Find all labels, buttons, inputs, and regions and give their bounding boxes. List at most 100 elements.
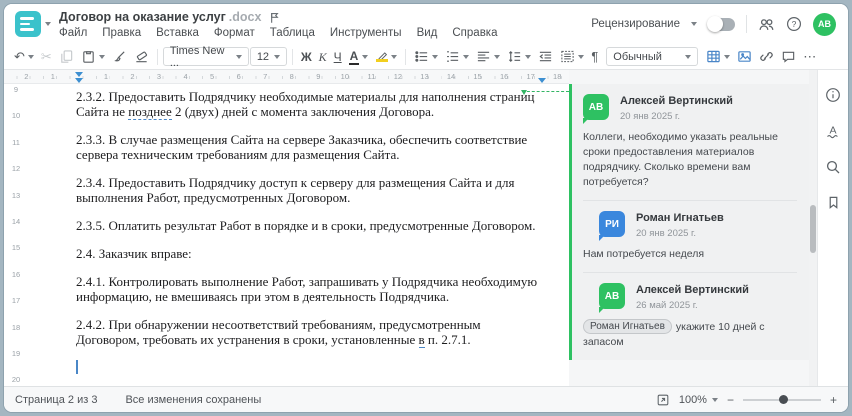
bold-button[interactable]: Ж <box>298 48 315 66</box>
scrollbar-thumb[interactable] <box>810 205 816 253</box>
ruler-number: 11 <box>7 136 25 164</box>
paragraph-settings-button[interactable] <box>557 47 587 66</box>
ruler-number: 14 <box>7 215 25 243</box>
font-color-button[interactable]: А <box>346 47 372 67</box>
collaborators-icon[interactable] <box>758 16 775 33</box>
cut-button[interactable]: ✂ <box>38 48 55 66</box>
doc-paragraph[interactable]: 2.3.4. Предоставить Подрядчику доступ к … <box>76 175 541 205</box>
doc-paragraph[interactable]: 2.4.1. Контролировать выполнение Работ, … <box>76 274 541 304</box>
review-toggle[interactable] <box>707 15 735 32</box>
underline-button[interactable]: Ч <box>331 48 345 66</box>
paste-icon[interactable] <box>78 47 108 66</box>
chevron-down-icon[interactable] <box>494 54 501 59</box>
bookmark-icon[interactable] <box>826 195 841 210</box>
chevron-down-icon[interactable] <box>391 54 398 59</box>
chevron-down-icon[interactable] <box>27 54 34 59</box>
document-page[interactable]: 2.3.2. Предоставить Подрядчику необходим… <box>32 84 569 386</box>
first-line-indent-marker[interactable] <box>75 72 83 77</box>
right-indent-marker[interactable] <box>538 78 546 83</box>
chevron-down-icon[interactable] <box>362 54 369 59</box>
highlight-swatch <box>375 58 388 62</box>
insert-image-button[interactable] <box>734 47 755 66</box>
mention-chip[interactable]: Роман Игнатьев <box>583 319 672 334</box>
italic-button[interactable]: К <box>316 48 330 66</box>
zoom-slider[interactable] <box>742 395 821 404</box>
comment-reply[interactable]: АВ Алексей Вертинский 26 май 2025 г. Ром… <box>583 283 797 350</box>
zoom-in-button[interactable]: + <box>830 394 837 406</box>
zoom-slider-knob[interactable] <box>778 395 788 404</box>
insert-link-button[interactable] <box>756 47 777 66</box>
copy-icon[interactable] <box>56 47 77 66</box>
highlight-color-button[interactable] <box>372 50 400 64</box>
editor-column: 2 1 1 2 3 4 5 6 7 8 9 10 11 12 13 14 15 16 17 18 9 10 11 12 13 1… <box>4 70 569 386</box>
zoom-level-select[interactable]: 100% <box>679 394 718 406</box>
format-painter-icon[interactable] <box>109 47 130 66</box>
ruler-number: 11 <box>367 72 376 81</box>
doc-paragraph[interactable]: 2.4. Заказчик вправе: <box>76 246 541 261</box>
fit-width-icon[interactable] <box>656 393 670 407</box>
chevron-down-icon[interactable] <box>724 54 731 59</box>
menu-item[interactable]: Инструменты <box>330 27 402 39</box>
menu-item[interactable]: Справка <box>452 27 497 39</box>
help-icon[interactable]: ? <box>786 16 802 32</box>
comment-header: АВ Алексей Вертинский 20 янв 2025 г. <box>583 94 797 124</box>
left-indent-marker[interactable] <box>75 78 83 83</box>
font-name-select[interactable]: Times New ... <box>162 45 249 69</box>
chevron-down-icon[interactable] <box>691 22 697 26</box>
doc-paragraph[interactable]: 2.4.2. При обнаружении несоответствий тр… <box>76 317 541 348</box>
menu-item[interactable]: Вид <box>417 27 438 39</box>
review-mode-label[interactable]: Рецензирование <box>591 18 680 30</box>
chevron-down-icon[interactable] <box>525 54 532 59</box>
align-button[interactable] <box>473 47 503 66</box>
menu-item[interactable]: Таблица <box>270 27 315 39</box>
decrease-indent-button[interactable] <box>535 47 556 66</box>
chevron-down-icon[interactable] <box>463 54 470 59</box>
content-area: 2 1 1 2 3 4 5 6 7 8 9 10 11 12 13 14 15 16 17 18 9 10 11 12 13 1… <box>4 70 848 386</box>
menu-item[interactable]: Правка <box>102 27 141 39</box>
menu-item[interactable]: Формат <box>214 27 255 39</box>
ruler-number: 6 <box>236 72 241 81</box>
comment-avatar: АВ <box>599 283 625 313</box>
paragraph-style-select[interactable]: Обычный <box>606 47 699 66</box>
zoom-out-button[interactable]: − <box>727 394 734 406</box>
menu-item[interactable]: Файл <box>59 27 87 39</box>
info-icon[interactable] <box>825 87 841 103</box>
insert-comment-button[interactable] <box>778 47 799 66</box>
more-tools-button[interactable]: ⋯ <box>800 48 819 66</box>
vertical-ruler[interactable]: 9 10 11 12 13 14 15 16 17 18 19 20 <box>4 84 32 386</box>
doc-paragraph[interactable]: 2.3.5. Оплатить результат Работ в порядк… <box>76 218 541 233</box>
chevron-down-icon[interactable] <box>98 54 105 59</box>
menu-item[interactable]: Вставка <box>156 27 199 39</box>
comment-thread[interactable]: АВ Алексей Вертинский 20 янв 2025 г. Кол… <box>569 84 809 360</box>
user-avatar[interactable]: АВ <box>813 12 836 36</box>
chevron-down-icon[interactable] <box>432 54 439 59</box>
ruler-number: 12 <box>7 163 25 190</box>
show-paragraph-marks-button[interactable]: ¶ <box>588 48 601 66</box>
doc-paragraph[interactable]: 2.3.3. В случае размещения Сайта на серв… <box>76 132 541 162</box>
bullet-list-button[interactable] <box>411 47 441 66</box>
clear-style-icon[interactable] <box>131 47 152 66</box>
line-spacing-button[interactable] <box>504 47 534 66</box>
numbered-list-button[interactable] <box>442 47 472 66</box>
chevron-down-icon <box>235 54 242 59</box>
undo-button[interactable]: ↶ <box>11 48 37 66</box>
doc-paragraph[interactable]: 2.3.2. Предоставить Подрядчику необходим… <box>76 89 541 120</box>
page-indicator[interactable]: Страница 2 из 3 <box>15 394 97 406</box>
app-logo-button[interactable] <box>4 4 59 44</box>
paragraph-text: 2.3.3. В случае размещения Сайта на серв… <box>76 132 528 162</box>
comment-reply[interactable]: РИ Роман Игнатьев 20 янв 2025 г. Нам пот… <box>583 211 797 262</box>
font-size-select[interactable]: 12 <box>249 47 287 66</box>
status-bar: Страница 2 из 3 Все изменения сохранены … <box>4 386 848 412</box>
chevron-down-icon[interactable] <box>578 54 585 59</box>
vertical-scrollbar[interactable] <box>809 70 817 386</box>
paragraph-text: п. 2.7.1. <box>424 332 471 347</box>
search-icon[interactable] <box>825 159 841 175</box>
comment-author: Алексей Вертинский <box>620 95 733 107</box>
flag-icon[interactable] <box>268 11 281 24</box>
ruler-number: 1 <box>103 72 108 81</box>
horizontal-ruler[interactable]: 2 1 1 2 3 4 5 6 7 8 9 10 11 12 13 14 15 16 17 18 <box>4 70 569 84</box>
insert-table-button[interactable] <box>703 47 733 66</box>
spellcheck-icon[interactable]: А <box>825 123 841 139</box>
ruler-number: 18 <box>553 72 562 81</box>
save-status: Все изменения сохранены <box>125 393 262 406</box>
